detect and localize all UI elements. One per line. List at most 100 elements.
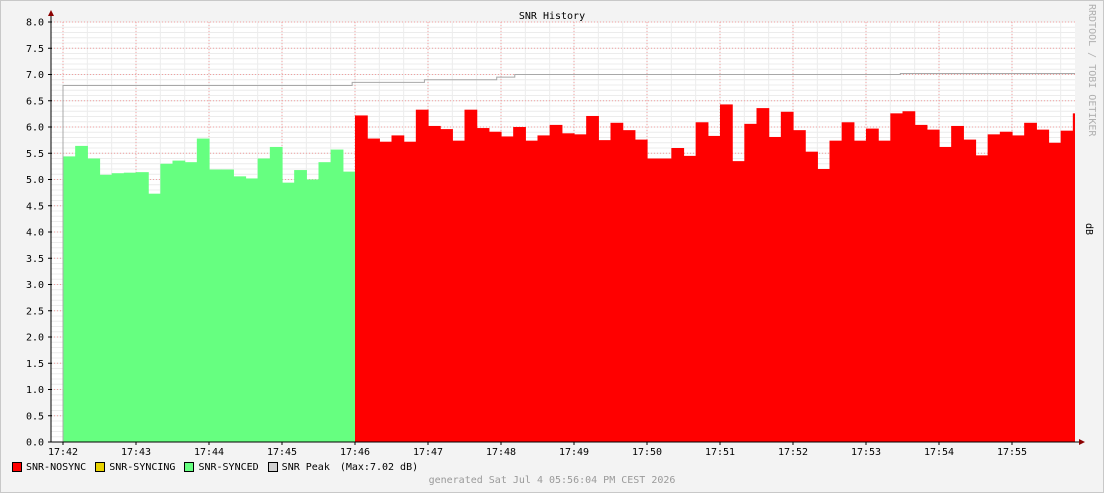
- legend-label-peak: SNR Peak: [281, 461, 330, 473]
- x-tick-label: 17:50: [632, 447, 662, 458]
- synced-bar: [196, 138, 210, 443]
- synced-bar: [123, 172, 137, 443]
- nosync-bar: [829, 140, 843, 442]
- nosync-bar: [391, 135, 405, 442]
- x-tick-label: 17:49: [559, 447, 589, 458]
- legend-swatch-nosync: [12, 462, 22, 472]
- y-tick-label: 6.0: [26, 123, 44, 134]
- nosync-bar: [574, 134, 587, 442]
- y-tick-label: 0.5: [26, 411, 44, 422]
- nosync-bar: [987, 134, 1001, 442]
- synced-bar: [209, 169, 222, 442]
- nosync-bar: [951, 125, 964, 442]
- synced-bar: [342, 171, 356, 442]
- y-tick-label: 4.5: [26, 201, 44, 212]
- synced-bar: [172, 160, 186, 442]
- nosync-bar: [586, 115, 599, 442]
- nosync-bar: [415, 109, 429, 443]
- nosync-bar: [878, 140, 891, 442]
- synced-bar: [87, 158, 101, 442]
- nosync-bar: [780, 111, 794, 443]
- y-tick-label: 7.5: [26, 44, 44, 55]
- y-tick-label: 1.5: [26, 359, 44, 370]
- legend-label-syncing: SNR-SYNCING: [109, 461, 176, 473]
- y-tick-label: 2.0: [26, 333, 44, 344]
- y-axis-arrow: [48, 10, 54, 16]
- nosync-bar: [525, 140, 539, 442]
- nosync-bar: [428, 125, 441, 442]
- nosync-bar: [1012, 135, 1025, 442]
- x-tick-labels: 17:42 17:43 17:44 17:45 17:46 17:47 17:48 17:49…: [48, 447, 1027, 458]
- synced-bar: [221, 169, 234, 442]
- nosync-bar: [501, 136, 514, 442]
- nosync-bar: [622, 130, 636, 442]
- nosync-bar: [793, 130, 806, 442]
- legend-swatch-peak: [267, 462, 278, 472]
- x-tick-label: 17:43: [121, 447, 151, 458]
- x-tick-label: 17:54: [924, 447, 954, 458]
- x-tick-label: 17:45: [267, 447, 297, 458]
- nosync-bar: [379, 141, 393, 442]
- y-tick-label: 2.5: [26, 306, 44, 317]
- nosync-bar: [732, 161, 745, 442]
- x-tick-label: 17:53: [851, 447, 881, 458]
- nosync-bar: [939, 146, 952, 442]
- y-tick-label: 6.5: [26, 96, 44, 107]
- nosync-bar: [720, 104, 733, 443]
- nosync-bar: [1072, 113, 1075, 442]
- synced-bar: [245, 178, 259, 442]
- synced-bar: [233, 176, 247, 442]
- y-tick-label: 5.5: [26, 149, 44, 160]
- synced-bar: [269, 146, 283, 442]
- y-tick-label: 7.0: [26, 70, 44, 81]
- nosync-bar: [647, 158, 660, 442]
- nosync-bar: [440, 129, 453, 442]
- x-tick-label: 17:48: [486, 447, 516, 458]
- synced-bar: [148, 193, 161, 442]
- nosync-bar: [963, 139, 977, 442]
- x-tick-label: 17:47: [413, 447, 443, 458]
- snr-history-chart: 0.0 0.5 1.0 1.5 2.0 2.5 3.0 3.5 4.0 4.5 5.0 5.5 6.0 6…: [26, 10, 1085, 458]
- synced-bar: [318, 162, 332, 443]
- nosync-bar: [634, 139, 648, 442]
- synced-bar: [184, 162, 198, 443]
- x-tick-label: 17:46: [340, 447, 370, 458]
- nosync-bar: [768, 136, 782, 442]
- y-tick-label: 5.0: [26, 175, 44, 186]
- x-axis-arrow: [1079, 439, 1085, 445]
- nosync-bar: [476, 128, 490, 443]
- synced-bar: [282, 182, 295, 442]
- synced-bar: [63, 156, 76, 442]
- nosync-bar: [367, 138, 380, 443]
- nosync-bar: [537, 135, 551, 442]
- nosync-bar: [902, 111, 916, 442]
- nosync-bar: [999, 131, 1013, 442]
- legend-peak-max: (Max:7.02 dB): [339, 461, 419, 473]
- synced-bar: [160, 163, 174, 442]
- nosync-bar: [926, 129, 940, 442]
- x-tick-label: 17:42: [48, 447, 78, 458]
- y-tick-label: 0.0: [26, 438, 44, 449]
- nosync-bar: [975, 155, 989, 442]
- nosync-bar: [464, 109, 478, 443]
- rrdtool-watermark: RRDTOOL / TOBI OETIKER: [1086, 4, 1097, 137]
- nosync-bar: [513, 127, 526, 442]
- nosync-bar: [866, 128, 879, 442]
- nosync-bar: [1024, 122, 1037, 443]
- synced-bar: [294, 170, 307, 443]
- nosync-bar: [744, 123, 758, 442]
- nosync-bar: [890, 113, 904, 442]
- nosync-bar: [561, 133, 575, 443]
- nosync-bar: [695, 122, 709, 443]
- legend: SNR-NOSYNC SNR-SYNCING SNR-SYNCED SNR Pe…: [12, 460, 427, 474]
- legend-item-peak: SNR Peak (Max:7.02 dB): [267, 461, 419, 473]
- nosync-bar: [1036, 129, 1050, 442]
- synced-bar: [75, 145, 88, 442]
- nosync-bar: [756, 108, 770, 442]
- nosync-bar: [610, 122, 624, 443]
- nosync-bar: [1048, 142, 1062, 442]
- synced-bar: [111, 173, 125, 442]
- y-tick-label: 3.0: [26, 280, 44, 291]
- legend-item-synced: SNR-SYNCED: [184, 462, 259, 473]
- y-tick-label: 4.0: [26, 228, 44, 239]
